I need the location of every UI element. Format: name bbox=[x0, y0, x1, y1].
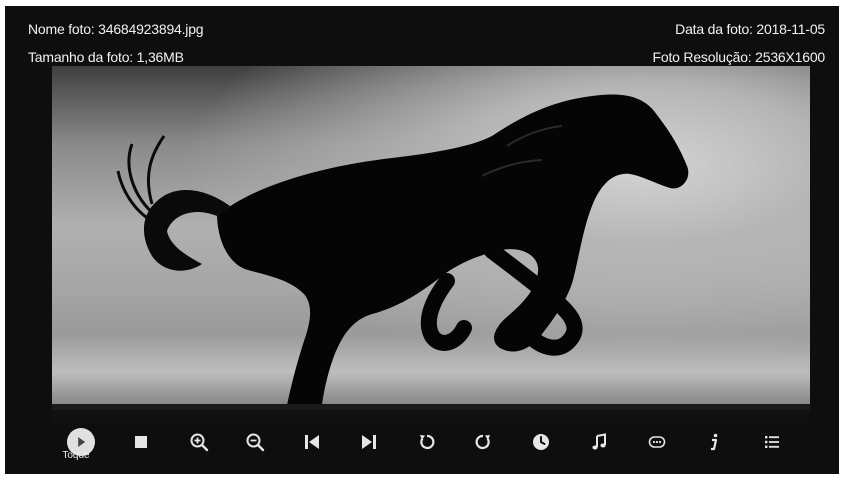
next-button[interactable] bbox=[353, 426, 385, 458]
zoom-out-icon bbox=[246, 433, 265, 452]
zoom-in-icon bbox=[190, 433, 209, 452]
photo-resolution-label: Foto Resolução: 2536X1600 bbox=[652, 49, 826, 65]
slideshow-timer-button[interactable] bbox=[525, 426, 557, 458]
music-button[interactable] bbox=[583, 426, 615, 458]
music-icon bbox=[592, 433, 606, 450]
rotate-right-icon bbox=[475, 434, 490, 450]
play-button-label: Toque bbox=[62, 450, 90, 461]
subtitle-icon bbox=[648, 436, 666, 448]
skip-previous-icon bbox=[305, 435, 319, 449]
skip-next-icon bbox=[362, 435, 376, 449]
stop-icon bbox=[135, 436, 147, 448]
info-button[interactable] bbox=[698, 426, 730, 458]
photo-size-label: Tamanho da foto: 1,36MB bbox=[28, 49, 184, 65]
photo-display bbox=[52, 66, 810, 422]
stop-button[interactable] bbox=[125, 426, 157, 458]
horse-silhouette-image bbox=[52, 94, 810, 422]
rotate-left-icon bbox=[420, 434, 435, 450]
subtitle-button[interactable] bbox=[641, 426, 673, 458]
media-toolbar bbox=[5, 410, 839, 474]
playlist-button[interactable] bbox=[756, 426, 788, 458]
zoom-in-button[interactable] bbox=[183, 426, 215, 458]
previous-button[interactable] bbox=[296, 426, 328, 458]
photo-date-label: Data da foto: 2018-11-05 bbox=[675, 21, 825, 37]
rotate-right-button[interactable] bbox=[467, 426, 499, 458]
info-icon bbox=[711, 433, 718, 451]
photo-viewer: Nome foto: 34684923894.jpg Tamanho da fo… bbox=[5, 6, 839, 474]
rotate-left-button[interactable] bbox=[411, 426, 443, 458]
list-icon bbox=[765, 436, 779, 448]
zoom-out-button[interactable] bbox=[239, 426, 271, 458]
photo-name-label: Nome foto: 34684923894.jpg bbox=[28, 21, 204, 37]
clock-icon bbox=[533, 434, 549, 450]
